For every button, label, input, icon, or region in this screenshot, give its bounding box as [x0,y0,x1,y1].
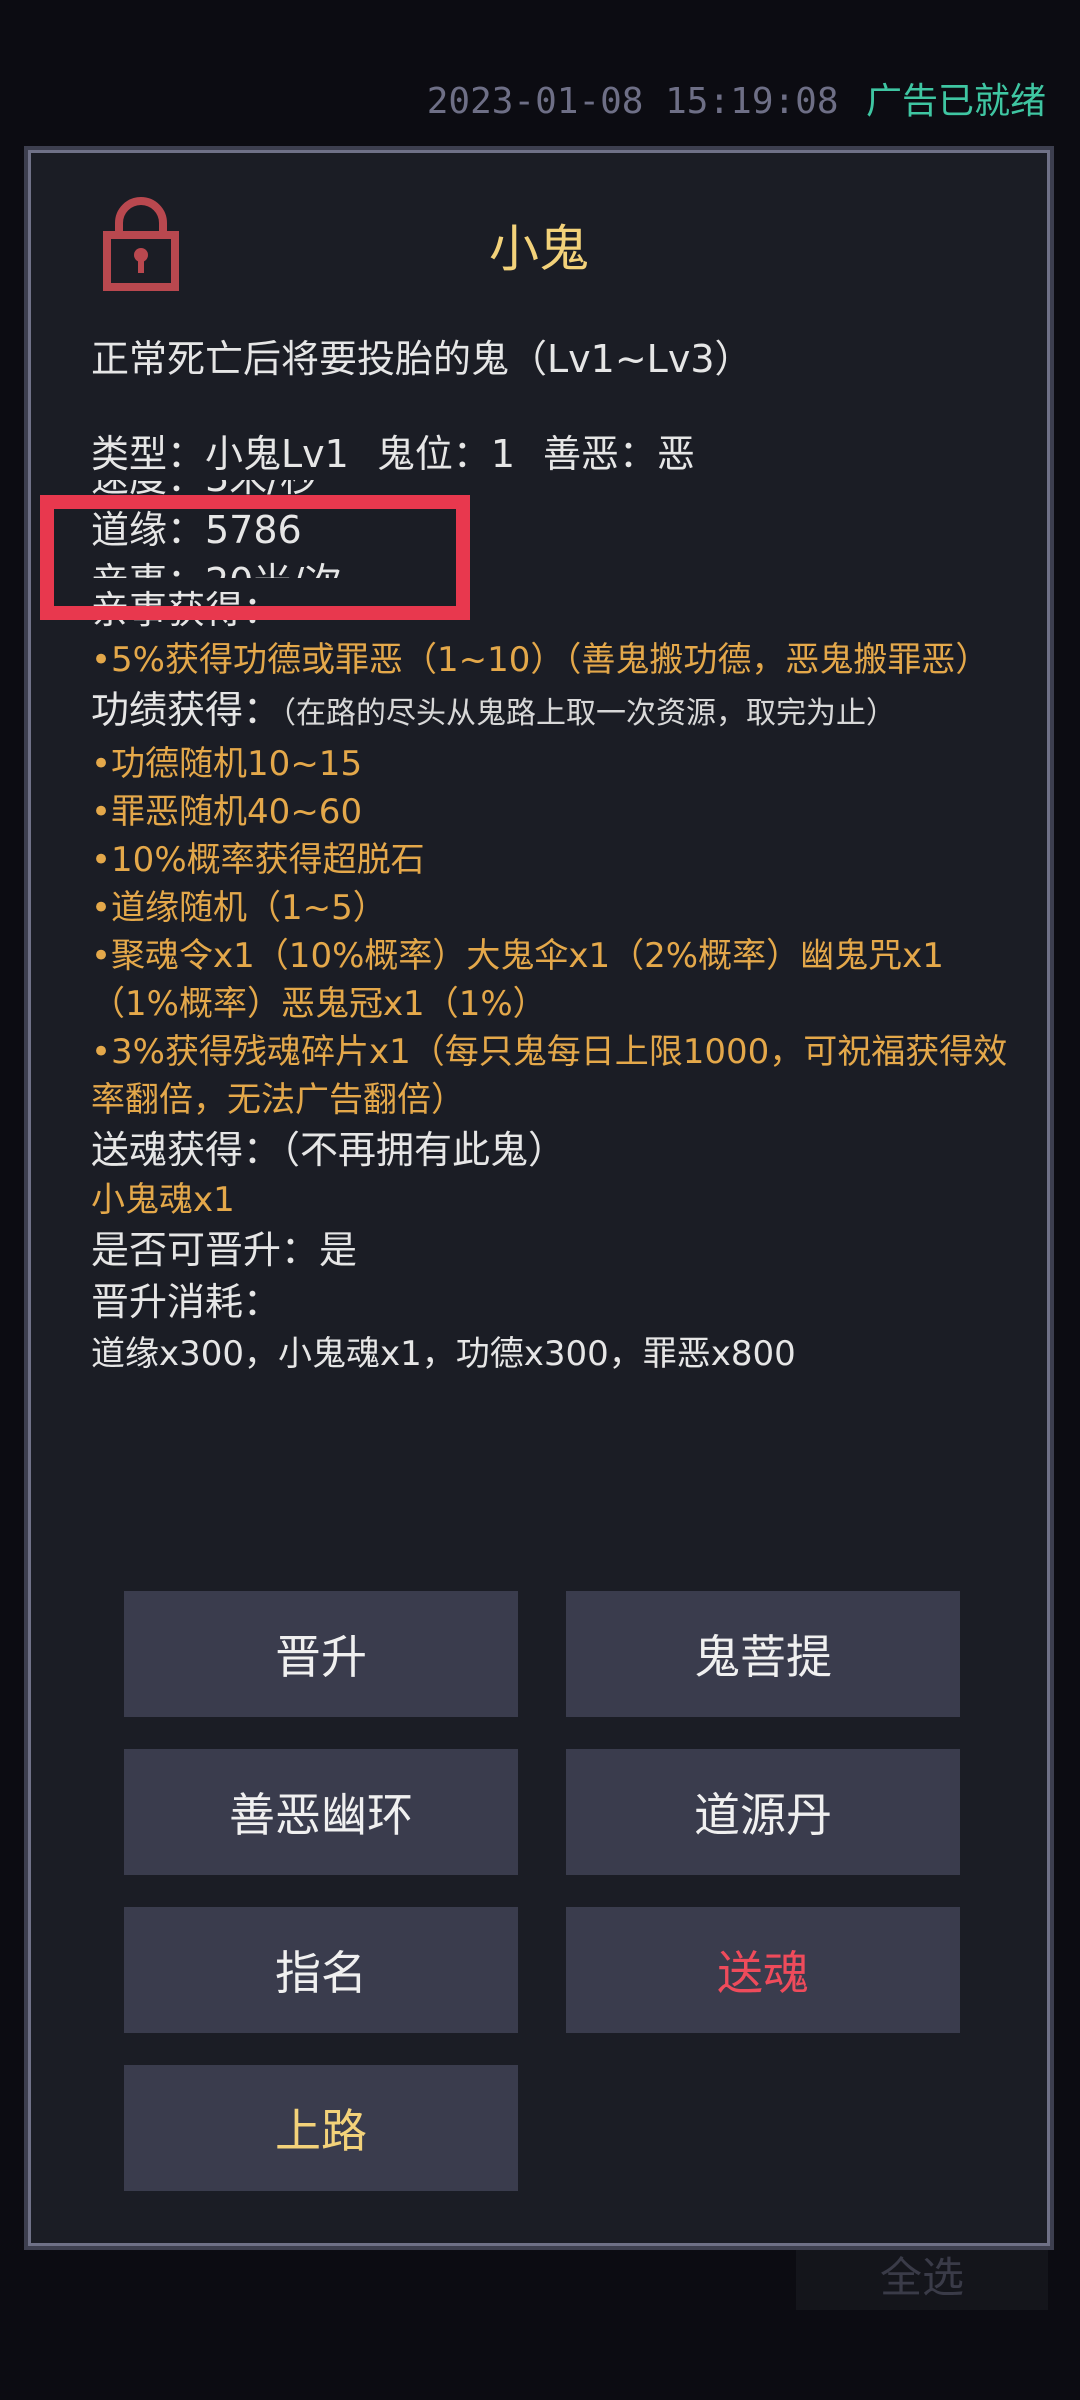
ghost-name: 小鬼 [489,220,589,278]
status-bar: 2023-01-08 15:19:08 广告已就绪 [427,72,1046,124]
qinshi-reward: •5%获得功德或罪恶（1~10）（善鬼搬功德，恶鬼搬罪恶） [91,640,990,680]
select-all-button: 全选 [796,2238,1048,2310]
merit-heading: 功绩获得： [91,688,282,732]
send-soul-button[interactable]: 送魂 [566,1907,960,2033]
ad-status[interactable]: 广告已就绪 [866,81,1046,122]
stats-row: 类型：小鬼Lv1 鬼位：1 善恶：恶 [91,428,1021,480]
merit-item: •聚魂令x1（10%概率）大鬼伞x1（2%概率）幽鬼咒x1（1%概率）恶鬼冠x1… [91,936,944,1024]
type-stat: 类型：小鬼Lv1 [91,432,349,476]
promote-button[interactable]: 晋升 [124,1591,518,1717]
merit-heading-row: 功绩获得：（在路的尽头从鬼路上取一次资源，取完为止） [91,684,1021,740]
timestamp: 2023-01-08 15:19:08 [426,81,839,122]
designate-button[interactable]: 指名 [124,1907,518,2033]
send-soul-heading: 送魂获得：（不再拥有此鬼） [91,1128,567,1172]
promote-available: 是否可晋升：是 [91,1228,358,1272]
merit-item: •3%获得残魂碎片x1（每只鬼每日上限1000，可祝福获得效率翻倍，无法广告翻倍… [91,1032,1008,1120]
ghost-bodhi-button[interactable]: 鬼菩提 [566,1591,960,1717]
qinshi-stat: 亲事：20米/次 [91,556,1021,578]
speed-stat: 速度：3米/秒 [91,480,1021,504]
qinshi-stat-clipped: 亲事：20米/次 [91,556,1021,578]
merit-item: •10%概率获得超脱石 [91,840,425,880]
speed-stat-clipped: 速度：3米/秒 [91,480,1021,504]
promote-cost: 道缘x300，小鬼魂x1，功德x300，罪恶x800 [91,1334,796,1374]
ghost-description: 正常死亡后将要投胎的鬼（Lv1~Lv3） [91,337,753,381]
ghost-detail-dialog: 小鬼 正常死亡后将要投胎的鬼（Lv1~Lv3） 类型：小鬼Lv1 鬼位：1 善恶：恶… [28,150,1050,2246]
merit-item: •道缘随机（1~5） [91,888,387,928]
alignment-stat: 善恶：恶 [543,432,696,476]
good-evil-ring-button[interactable]: 善恶幽环 [124,1749,518,1875]
merit-item: •功德随机10~15 [91,744,363,784]
merit-item: •罪恶随机40~60 [91,792,363,832]
promote-cost-heading: 晋升消耗： [91,1280,282,1324]
qinshi-heading: 亲事获得： [91,588,282,632]
send-soul-reward: 小鬼魂x1 [91,1180,235,1220]
ghost-info: 类型：小鬼Lv1 鬼位：1 善恶：恶 速度：3米/秒 道缘：5786 亲事：20米/… [91,428,1021,1380]
on-road-button[interactable]: 上路 [124,2065,518,2191]
daoyuan-pill-button[interactable]: 道源丹 [566,1749,960,1875]
daoyuan-stat: 道缘：5786 [91,508,302,552]
merit-note: （在路的尽头从鬼路上取一次资源，取完为止） [281,696,897,731]
position-stat: 鬼位：1 [376,432,516,476]
